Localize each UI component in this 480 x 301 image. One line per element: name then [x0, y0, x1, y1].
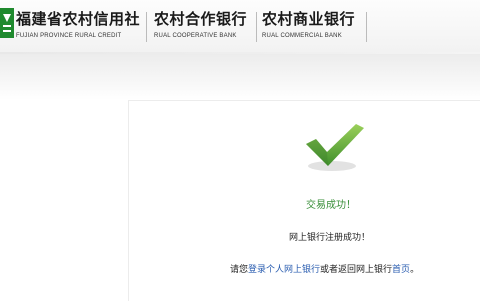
login-personal-banking-link[interactable]: 登录个人网上银行: [248, 265, 320, 275]
brand-rural-credit: 福建省农村信用社 FUJIAN PROVINCE RURAL CREDIT: [16, 10, 140, 40]
guide-middle: 或者返回网上银行: [320, 265, 393, 275]
content-top-band: [0, 54, 480, 100]
status-text: 交易成功！: [306, 200, 356, 211]
guide-prefix: 请您: [230, 265, 249, 275]
header-divider: [366, 12, 367, 42]
brand-cooperative-bank-cn: 农村合作银行: [154, 10, 248, 28]
brand-rural-credit-cn: 福建省农村信用社: [16, 10, 141, 28]
checkmark-icon: [306, 124, 364, 171]
homepage-link[interactable]: 首页: [392, 265, 410, 275]
site-header: 福建省农村信用社 FUJIAN PROVINCE RURAL CREDIT 农村…: [0, 0, 480, 52]
brand-cooperative-bank-en: RUAL COOPERATIVE BANK: [154, 33, 237, 39]
brand-commercial-bank-cn: 农村商业银行: [262, 10, 356, 28]
guide-suffix: 。: [410, 265, 420, 275]
header-divider: [256, 12, 257, 42]
brand-rural-credit-en: FUJIAN PROVINCE RURAL CREDIT: [16, 33, 122, 39]
bank-logo-icon: [0, 8, 14, 38]
result-message: 网上银行注册成功！: [289, 233, 371, 243]
header-divider: [146, 12, 147, 42]
brand-commercial-bank-en: RUAL COMMERCIAL BANK: [262, 33, 342, 39]
brand-cooperative-bank: 农村合作银行 RUAL COOPERATIVE BANK: [154, 10, 247, 40]
brand-commercial-bank: 农村商业银行 RUAL COMMERCIAL BANK: [262, 10, 355, 40]
next-step-guide: 请您登录个人网上银行或者返回网上银行首页。: [230, 262, 419, 275]
